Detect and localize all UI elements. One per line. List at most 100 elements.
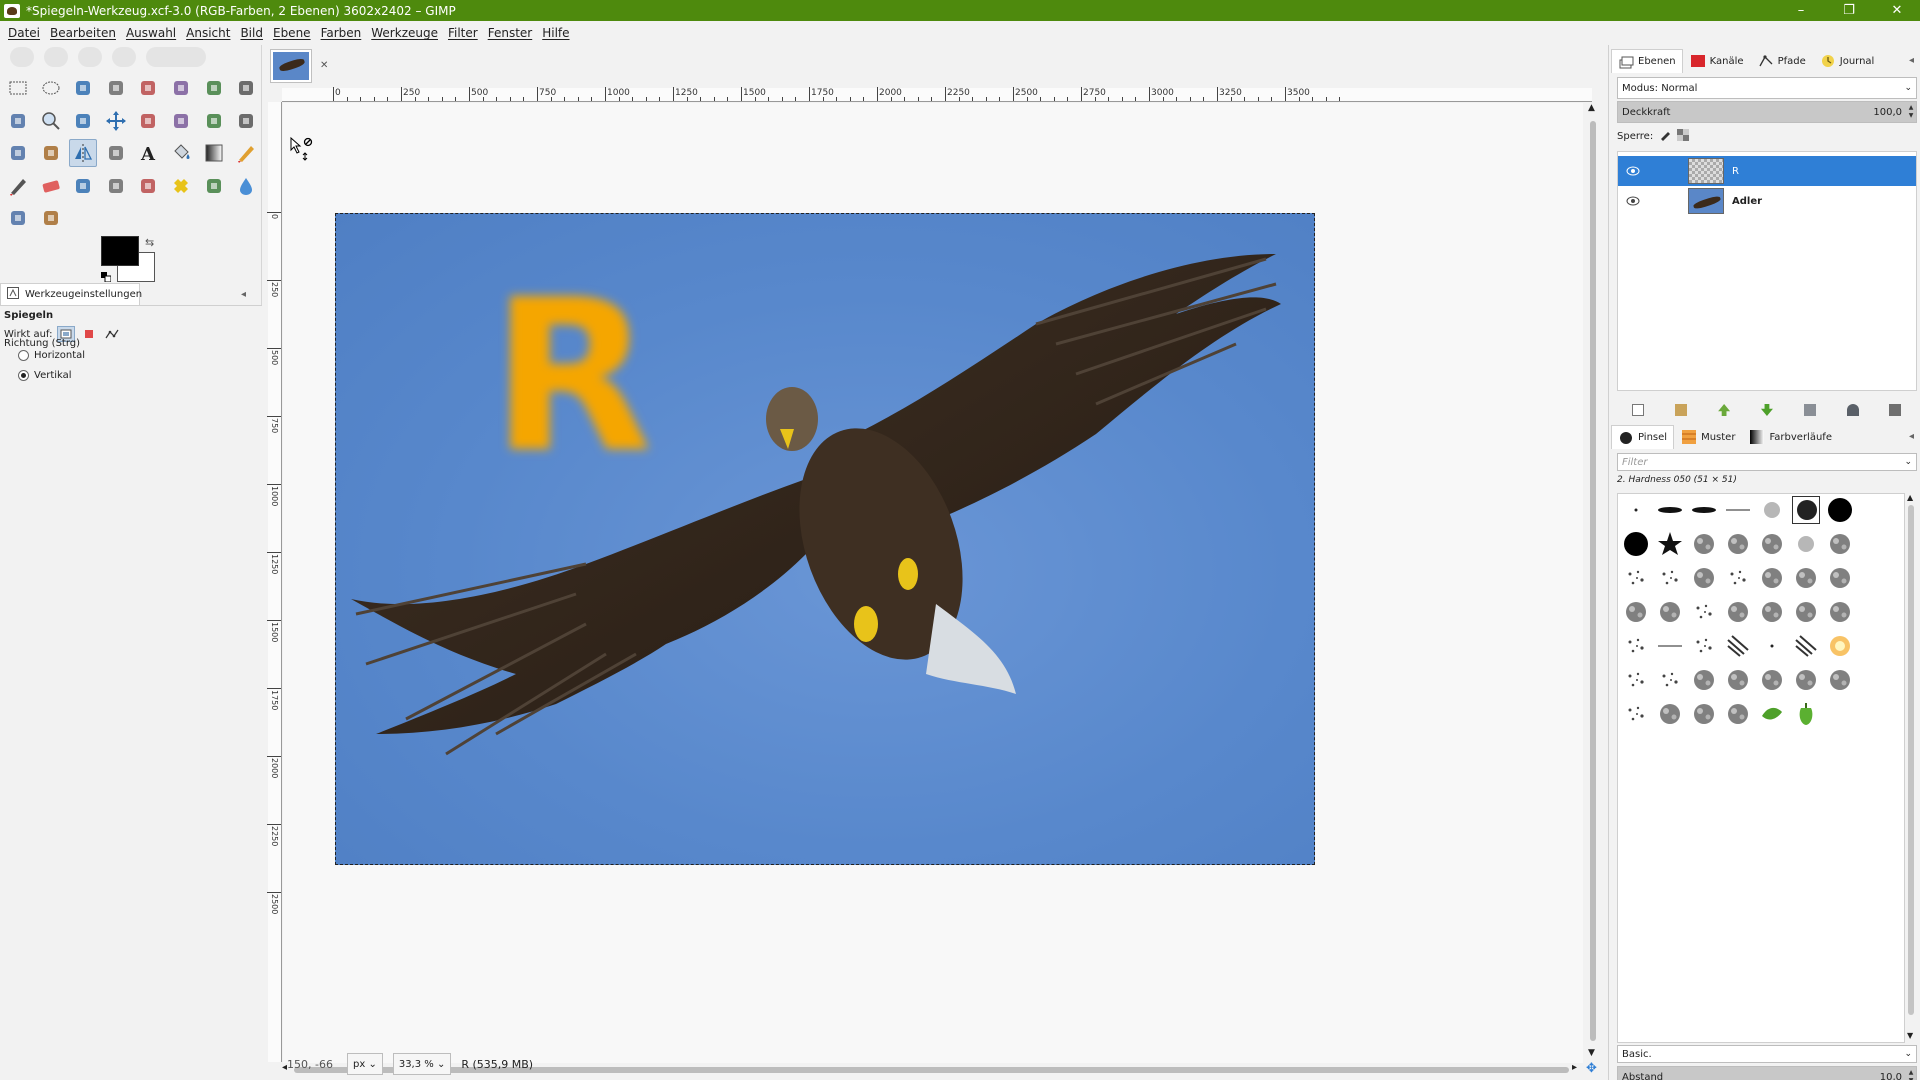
crop-icon[interactable] xyxy=(167,107,195,135)
menu-bild[interactable]: Bild xyxy=(240,26,263,40)
menu-filter[interactable]: Filter xyxy=(448,26,478,40)
brush-preset[interactable] xyxy=(1622,496,1650,524)
brush-preset[interactable] xyxy=(1724,598,1752,626)
tab-tool-options[interactable]: Werkzeugeinstellungen xyxy=(0,283,142,305)
foreground-color-swatch[interactable] xyxy=(101,236,139,266)
tab-paths[interactable]: Pfade xyxy=(1751,49,1813,73)
maximize-button[interactable]: ❐ xyxy=(1826,0,1872,21)
unified-transform-icon[interactable] xyxy=(200,107,228,135)
pencil-icon[interactable] xyxy=(232,139,260,167)
mode-select[interactable]: Modus: Normal ⌄ xyxy=(1617,77,1917,99)
new-layer-icon[interactable] xyxy=(1632,404,1645,416)
brush-preset[interactable] xyxy=(1792,496,1820,524)
ellipse-select-icon[interactable] xyxy=(37,74,65,102)
text-icon[interactable]: A xyxy=(134,139,162,167)
menu-ansicht[interactable]: Ansicht xyxy=(186,26,230,40)
flip-icon[interactable] xyxy=(69,139,98,167)
rotate-icon[interactable] xyxy=(232,107,260,135)
brush-preset[interactable] xyxy=(1656,666,1684,694)
brush-preset[interactable] xyxy=(1826,632,1854,660)
brush-preset[interactable] xyxy=(1758,632,1786,660)
brush-preset[interactable] xyxy=(1724,564,1752,592)
cage-transform-icon[interactable] xyxy=(102,139,130,167)
radio-horizontal[interactable]: Horizontal xyxy=(18,350,85,361)
brush-preset[interactable] xyxy=(1826,564,1854,592)
alignment-icon[interactable] xyxy=(134,107,162,135)
gradient-icon[interactable] xyxy=(200,139,228,167)
brush-preset[interactable] xyxy=(1758,598,1786,626)
layer-name[interactable]: Adler xyxy=(1732,196,1762,207)
tab-patterns[interactable]: Muster xyxy=(1674,425,1742,449)
image-tab[interactable] xyxy=(270,49,312,83)
eraser-icon[interactable] xyxy=(37,172,65,200)
tab-channels[interactable]: Kanäle xyxy=(1683,49,1751,73)
measure-icon[interactable] xyxy=(69,107,97,135)
brush-preset[interactable] xyxy=(1622,700,1650,728)
foreground-select-icon[interactable] xyxy=(200,74,228,102)
spacing-spin-icon[interactable]: ▲▼ xyxy=(1906,1067,1916,1080)
vertical-scroll-thumb[interactable] xyxy=(1590,121,1596,1041)
canvas-viewport[interactable]: R xyxy=(283,103,1583,1063)
brush-preset[interactable] xyxy=(1758,700,1786,728)
brush-preset[interactable] xyxy=(1690,564,1718,592)
eye-icon[interactable] xyxy=(1626,194,1640,208)
brush-preset[interactable] xyxy=(1758,564,1786,592)
menu-datei[interactable]: Datei xyxy=(8,26,40,40)
opacity-spin-icon[interactable]: ▲ ▼ xyxy=(1906,102,1916,122)
brush-preset[interactable] xyxy=(1690,496,1718,524)
vertical-ruler[interactable]: 0 250 500 750 1000 1250 1500 1750 2000 2250 2500 xyxy=(267,102,282,1062)
menu-fenster[interactable]: Fenster xyxy=(488,26,533,40)
raise-layer-icon[interactable] xyxy=(1718,404,1731,416)
lower-layer-icon[interactable] xyxy=(1760,404,1773,416)
brush-preset[interactable] xyxy=(1792,700,1820,728)
brush-preset[interactable] xyxy=(1656,496,1684,524)
new-layer-group-icon[interactable] xyxy=(1675,404,1688,416)
smudge-icon[interactable] xyxy=(4,204,32,232)
brush-scrollbar[interactable]: ▲ ▼ xyxy=(1905,493,1917,1043)
brush-preset[interactable] xyxy=(1656,632,1684,660)
anchor-layer-icon[interactable] xyxy=(1846,404,1859,416)
brush-preset[interactable] xyxy=(1690,632,1718,660)
brush-preset[interactable] xyxy=(1758,530,1786,558)
rect-select-icon[interactable] xyxy=(4,74,32,102)
radio-vertical[interactable]: Vertikal xyxy=(18,370,72,381)
canvas-image[interactable]: R xyxy=(335,213,1315,865)
opacity-slider[interactable]: Deckkraft 100,0 ▲ ▼ xyxy=(1617,101,1917,123)
horizontal-ruler[interactable]: 0 250 500 750 1000 1250 1500 1750 2000 2250 2500 27… xyxy=(282,87,1592,102)
reset-colors-icon[interactable] xyxy=(101,272,112,283)
lock-alpha-icon[interactable] xyxy=(1677,129,1690,144)
fuzzy-select-icon[interactable] xyxy=(102,74,130,102)
menu-ebene[interactable]: Ebene xyxy=(273,26,311,40)
bucket-fill-icon[interactable] xyxy=(167,139,195,167)
menu-werkzeuge[interactable]: Werkzeuge xyxy=(371,26,438,40)
brush-filter-input[interactable]: Filter ⌄ xyxy=(1617,453,1917,471)
brush-preset[interactable] xyxy=(1792,666,1820,694)
brush-preset[interactable] xyxy=(1724,666,1752,694)
free-select-icon[interactable] xyxy=(69,74,97,102)
scale-icon[interactable] xyxy=(4,139,32,167)
configure-tab-icon[interactable]: ◂ xyxy=(241,289,246,300)
brush-preset-select[interactable]: Basic. ⌄ xyxy=(1617,1045,1917,1063)
unit-select[interactable]: px ⌄ xyxy=(347,1053,383,1075)
tab-brushes[interactable]: Pinsel xyxy=(1611,425,1675,449)
brush-preset[interactable] xyxy=(1826,496,1854,524)
layer-row-adler[interactable]: Adler xyxy=(1618,186,1916,216)
brush-preset[interactable] xyxy=(1622,598,1650,626)
brush-preset[interactable] xyxy=(1724,700,1752,728)
menu-farben[interactable]: Farben xyxy=(321,26,362,40)
perspective-clone-icon[interactable] xyxy=(200,172,228,200)
brush-preset[interactable] xyxy=(1656,530,1684,558)
minimize-button[interactable]: – xyxy=(1778,0,1824,21)
brush-preset[interactable] xyxy=(1622,666,1650,694)
paths-icon[interactable] xyxy=(232,74,260,102)
brush-preset[interactable] xyxy=(1792,632,1820,660)
tab-layers[interactable]: Ebenen xyxy=(1611,49,1683,73)
brush-preset[interactable] xyxy=(1724,496,1752,524)
spacing-slider[interactable]: Abstand 10,0 ▲▼ xyxy=(1617,1066,1917,1080)
affects-selection-icon[interactable] xyxy=(80,326,98,342)
brush-preset[interactable] xyxy=(1656,598,1684,626)
move-icon[interactable] xyxy=(102,107,130,135)
brush-preset[interactable] xyxy=(1690,598,1718,626)
brush-preset[interactable] xyxy=(1758,666,1786,694)
perspective-icon[interactable] xyxy=(37,139,65,167)
